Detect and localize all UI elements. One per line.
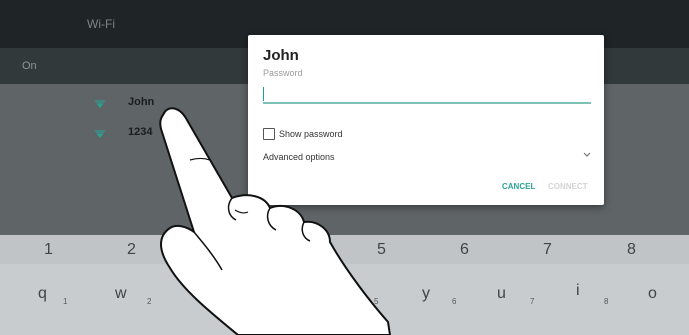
key-y-hint: 6 (452, 297, 457, 306)
advanced-options-toggle[interactable]: Advanced options (263, 152, 335, 162)
text-cursor (263, 87, 264, 101)
password-label: Password (263, 68, 303, 78)
wifi-signal-icon (94, 130, 106, 138)
wifi-signal-icon (94, 100, 106, 108)
wifi-status-label: On (22, 60, 37, 72)
key-t[interactable]: t (346, 285, 350, 303)
key-i-hint: 8 (604, 297, 609, 306)
connect-button[interactable]: CONNECT (548, 182, 588, 191)
key-7[interactable]: 7 (543, 241, 552, 259)
password-field[interactable] (263, 87, 591, 101)
key-6[interactable]: 6 (460, 241, 469, 259)
key-5[interactable]: 5 (377, 241, 386, 259)
network-ssid: 1234 (128, 126, 153, 138)
wifi-connect-dialog: John Password Show password Advanced opt… (248, 35, 604, 205)
key-i[interactable]: i (576, 282, 580, 300)
key-2[interactable]: 2 (127, 241, 136, 259)
page-title: Wi-Fi (87, 17, 115, 31)
keyboard-letter-row: q 1 w 2 t 5 y 6 u 7 i 8 o (0, 264, 689, 335)
show-password-checkbox[interactable] (263, 128, 275, 140)
chevron-down-icon[interactable] (582, 151, 592, 159)
key-u[interactable]: u (497, 285, 506, 303)
key-q[interactable]: q (38, 285, 47, 303)
key-w[interactable]: w (115, 285, 127, 303)
network-ssid: John (128, 96, 155, 108)
key-y[interactable]: y (422, 285, 430, 303)
cancel-button[interactable]: CANCEL (502, 182, 535, 191)
key-8[interactable]: 8 (627, 241, 636, 259)
password-underline (263, 102, 591, 104)
keyboard-number-row: 1 2 5 6 7 8 (0, 235, 689, 264)
key-q-hint: 1 (63, 297, 68, 306)
key-u-hint: 7 (530, 297, 535, 306)
key-w-hint: 2 (147, 297, 152, 306)
show-password-label[interactable]: Show password (279, 129, 343, 139)
dialog-title: John (263, 47, 299, 64)
key-1[interactable]: 1 (44, 241, 53, 259)
key-o[interactable]: o (648, 285, 657, 303)
key-t-hint: 5 (374, 297, 379, 306)
